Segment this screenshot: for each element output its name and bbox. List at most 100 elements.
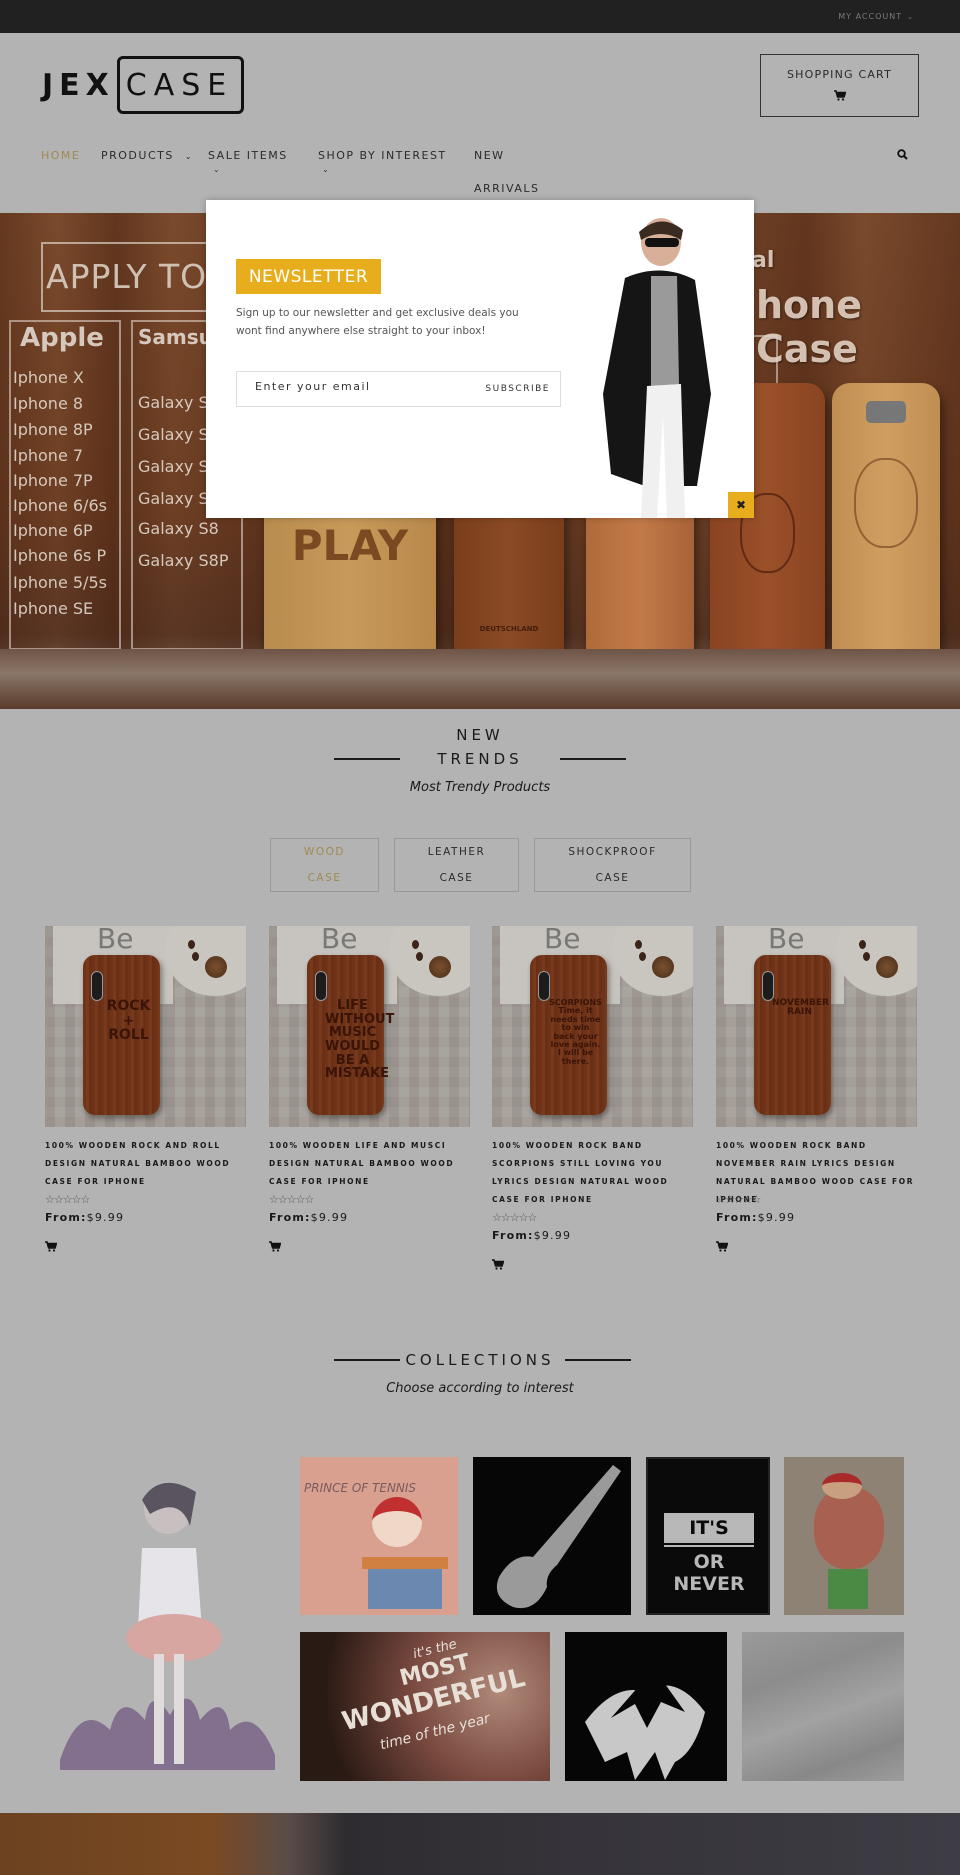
- character-head: [372, 1497, 422, 1547]
- product-title[interactable]: 100% WOODEN ROCK AND ROLL DESIGN NATURAL…: [45, 1137, 246, 1191]
- coffee-bean: [188, 940, 195, 949]
- new-trends-subtitle: Most Trendy Products: [409, 780, 551, 795]
- logo-text-left: JEX: [42, 67, 115, 103]
- tile-divider: [664, 1545, 754, 1547]
- samsung-model-item: Galaxy S: [138, 393, 209, 412]
- product-title[interactable]: 100% WOODEN ROCK BAND SCORPIONS STILL LO…: [492, 1137, 693, 1209]
- product-image[interactable]: Be ROCK + ROLL: [45, 926, 246, 1127]
- my-account-menu[interactable]: MY ACCOUNT ⌄: [838, 12, 914, 21]
- subscribe-button[interactable]: SUBSCRIBE: [485, 384, 550, 394]
- star-rating: ☆☆☆☆☆: [716, 1193, 761, 1206]
- price-label: From:: [45, 1211, 87, 1224]
- collection-tile-guitar-typography[interactable]: [473, 1457, 631, 1615]
- price-label: From:: [492, 1229, 534, 1242]
- shopping-cart-button[interactable]: SHOPPING CART: [760, 54, 919, 117]
- book-text: Be: [544, 926, 581, 955]
- price-label: From:: [716, 1211, 758, 1224]
- price-value: $9.99: [533, 1229, 572, 1242]
- product-image[interactable]: Be SCORPIONS Time, it needs time to win b…: [492, 926, 693, 1127]
- samsung-model-item: Galaxy S: [138, 425, 209, 444]
- product-card[interactable]: Be LIFE WITHOUT MUSIC WOULD BE A MISTAKE 1…: [269, 926, 470, 1286]
- chevron-down-icon[interactable]: ⌄: [213, 165, 220, 174]
- product-price: From:$9.99: [269, 1211, 348, 1224]
- chevron-down-icon[interactable]: ⌄: [322, 165, 329, 174]
- tab-label: CASE: [595, 872, 630, 884]
- new-trends-title-line1: NEW: [456, 726, 504, 744]
- add-to-cart-icon[interactable]: [492, 1259, 505, 1273]
- email-input[interactable]: [255, 378, 455, 394]
- pinecone-prop: [429, 956, 451, 978]
- tab-label: CASE: [307, 872, 342, 884]
- top-bar: MY ACCOUNT ⌄: [0, 0, 960, 33]
- add-to-cart-icon[interactable]: [45, 1241, 58, 1255]
- nav-item-sale-items[interactable]: SALE ITEMS: [208, 149, 288, 162]
- close-modal-button[interactable]: ✖: [728, 492, 754, 518]
- cart-icon: [761, 90, 918, 104]
- new-trends-title-line2: TRENDS: [437, 750, 523, 768]
- star-rating: ☆☆☆☆☆: [492, 1211, 537, 1224]
- case-engraving: LIFE WITHOUT MUSIC WOULD BE A MISTAKE: [325, 998, 395, 1082]
- coffee-bean: [639, 952, 646, 961]
- bottom-banner: [0, 1813, 960, 1875]
- newsletter-description: Sign up to our newsletter and get exclus…: [236, 307, 519, 337]
- collection-tile-its-now-or-never[interactable]: IT'S NOW OR NEVER: [646, 1457, 770, 1615]
- tab-label: SHOCKPROOF: [568, 846, 657, 858]
- book-text: Be: [321, 926, 358, 955]
- nav-item-home[interactable]: HOME: [41, 149, 80, 162]
- pipe: [828, 1569, 868, 1609]
- phone-case: NOVEMBER RAIN: [754, 955, 831, 1115]
- product-card[interactable]: Be NOVEMBER RAIN 100% WOODEN ROCK BAND NOV…: [716, 926, 917, 1286]
- newsletter-modal: NEWSLETTER Sign up to our newsletter and…: [206, 200, 754, 518]
- nav-item-products[interactable]: PRODUCTS ⌄: [101, 149, 193, 162]
- desk: [362, 1557, 448, 1569]
- product-card[interactable]: Be ROCK + ROLL 100% WOODEN ROCK AND ROLL D…: [45, 926, 246, 1286]
- samsung-model-item: Galaxy S8P: [138, 551, 229, 570]
- coffee-bean: [635, 940, 642, 949]
- nav-item-new-arrivals[interactable]: NEW ARRIVALS: [474, 149, 540, 195]
- desk-front: [368, 1569, 442, 1609]
- samsung-model-item: Galaxy S8: [138, 519, 219, 538]
- collection-tile-prince-of-tennis[interactable]: PRINCE OF TENNIS: [300, 1457, 458, 1615]
- camera-icon: [315, 971, 327, 1001]
- apple-model-item: Iphone 7P: [13, 471, 93, 490]
- nav-item-label: NEW: [474, 149, 505, 162]
- newsletter-form: SUBSCRIBE: [236, 371, 561, 407]
- collections-heading: COLLECTIONS: [0, 1351, 960, 1369]
- collection-feature-illustration[interactable]: [50, 1470, 285, 1775]
- apply-to-text: APPLY TO: [46, 257, 208, 296]
- tab-shockproof-case[interactable]: SHOCKPROOF CASE: [534, 838, 691, 892]
- skull-icon: [854, 458, 918, 548]
- tab-leather-case[interactable]: LEATHER CASE: [394, 838, 519, 892]
- product-image[interactable]: Be LIFE WITHOUT MUSIC WOULD BE A MISTAKE: [269, 926, 470, 1127]
- nav-item-label-line2: ARRIVALS: [474, 182, 540, 195]
- product-title[interactable]: 100% WOODEN LIFE AND MUSCI DESIGN NATURA…: [269, 1137, 470, 1191]
- coffee-bean: [412, 940, 419, 949]
- product-card[interactable]: Be SCORPIONS Time, it needs time to win b…: [492, 926, 693, 1286]
- search-icon[interactable]: [897, 149, 908, 163]
- camera-icon: [866, 401, 906, 423]
- collection-tile-jumpman-splash[interactable]: [565, 1632, 727, 1781]
- price-value: $9.99: [757, 1211, 796, 1224]
- product-image[interactable]: Be NOVEMBER RAIN: [716, 926, 917, 1127]
- heading-divider-right: [560, 758, 626, 760]
- camera-icon: [538, 971, 550, 1001]
- star-rating: ☆☆☆☆☆: [269, 1193, 314, 1206]
- site-header: JEX CASE SHOPPING CART HOME PRODUCTS ⌄ S…: [0, 33, 960, 213]
- nav-item-shop-by-interest[interactable]: SHOP BY INTEREST: [318, 149, 447, 162]
- case-engraving: NOVEMBER RAIN: [772, 998, 829, 1018]
- price-value: $9.99: [310, 1211, 349, 1224]
- add-to-cart-icon[interactable]: [269, 1241, 282, 1255]
- star-rating: ☆☆☆☆☆: [45, 1193, 90, 1206]
- add-to-cart-icon[interactable]: [716, 1241, 729, 1255]
- tab-label: LEATHER: [427, 846, 486, 858]
- collection-tile-marble[interactable]: [742, 1632, 904, 1781]
- price-label: From:: [269, 1211, 311, 1224]
- collection-tile-mario[interactable]: [784, 1457, 904, 1615]
- logo[interactable]: JEX CASE: [42, 55, 245, 115]
- tile-text: PRINCE OF TENNIS: [304, 1481, 417, 1495]
- case-skull-bandana: [832, 383, 940, 683]
- collection-tile-most-wonderful-time[interactable]: it's the MOST WONDERFUL time of the year: [300, 1632, 550, 1781]
- tab-wood-case[interactable]: WOOD CASE: [270, 838, 379, 892]
- samsung-model-item: Galaxy S: [138, 457, 209, 476]
- chevron-down-icon: ⌄: [184, 152, 194, 161]
